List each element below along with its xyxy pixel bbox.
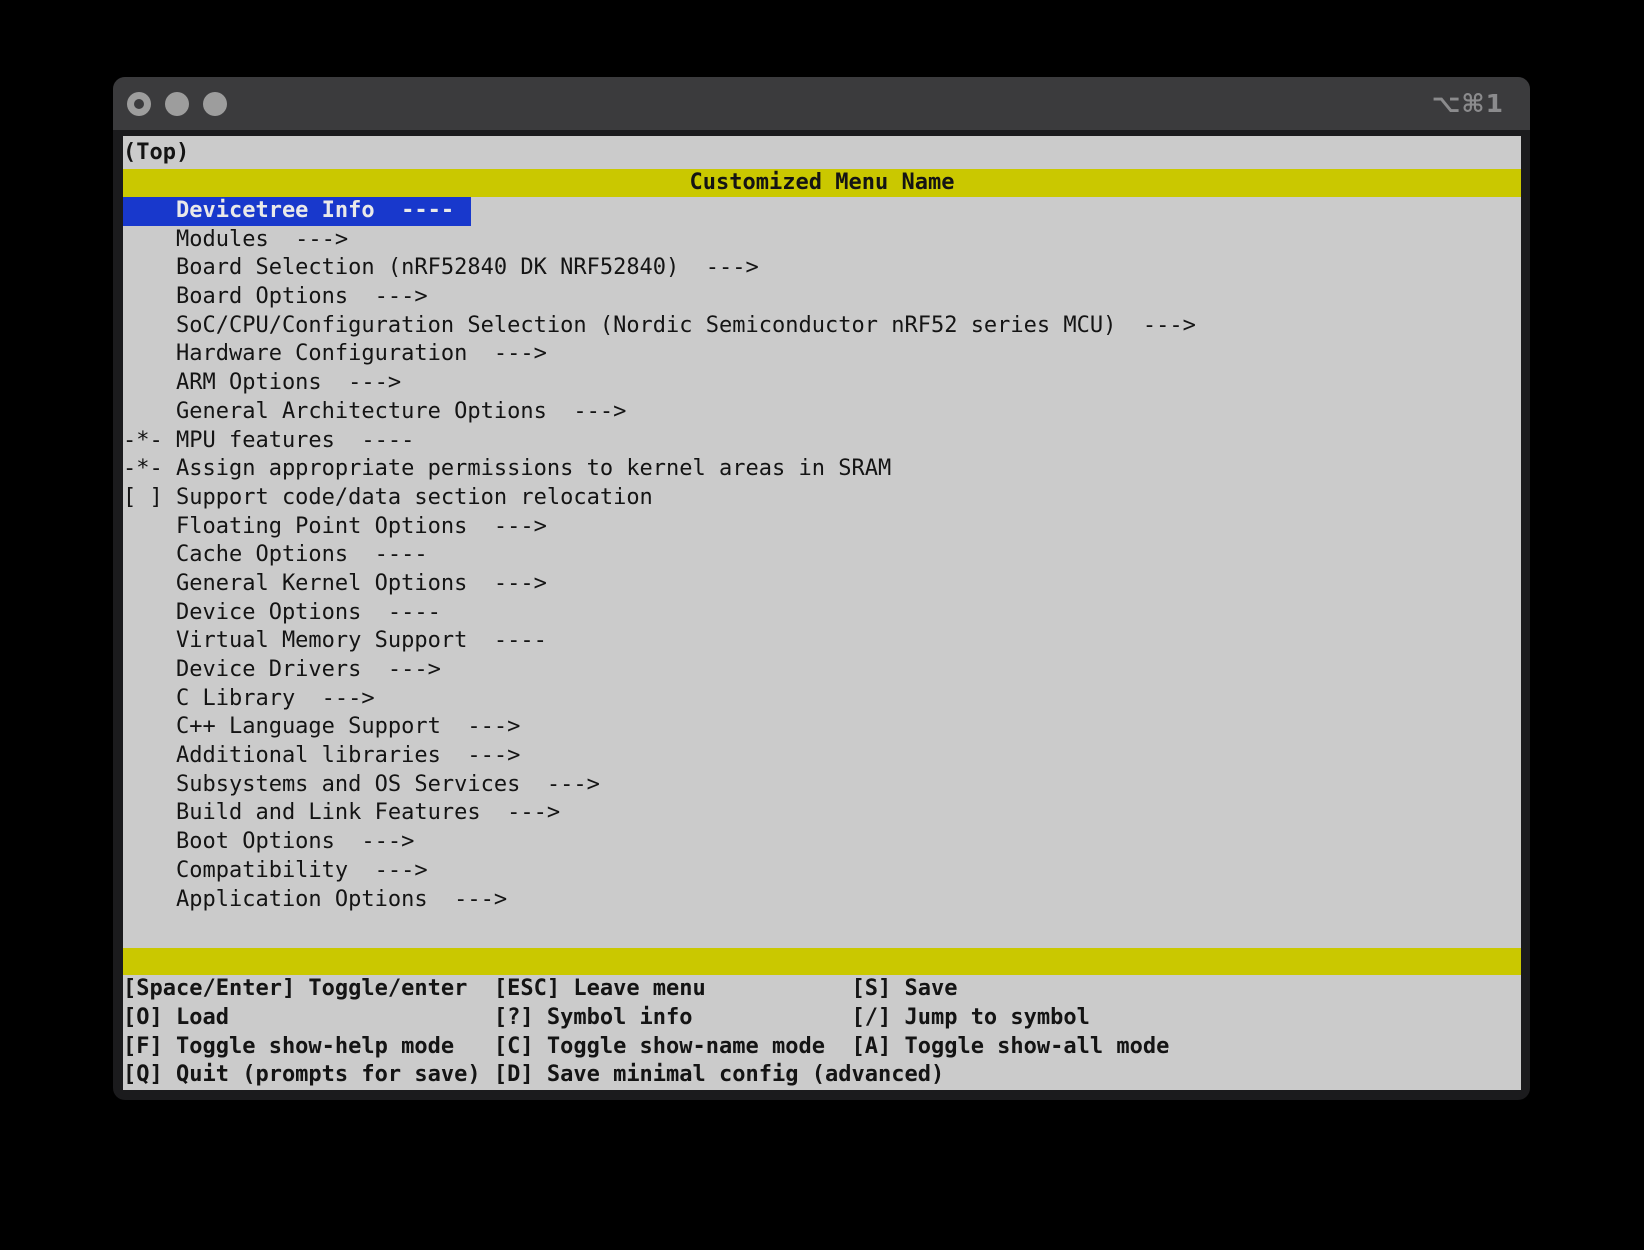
menu-item[interactable]: [ ] Support code/data section relocation	[123, 484, 1521, 513]
menu-item[interactable]: Board Selection (nRF52840 DK NRF52840) -…	[123, 254, 1521, 283]
menu-item[interactable]: General Kernel Options --->	[123, 570, 1521, 599]
menu-item[interactable]: Device Options ----	[123, 599, 1521, 628]
separator-bar	[123, 948, 1521, 975]
minimize-button-icon[interactable]	[165, 92, 189, 116]
menu-item[interactable]: Cache Options ----	[123, 541, 1521, 570]
menu-item[interactable]: General Architecture Options --->	[123, 398, 1521, 427]
footer-shortcut-row: [O] Load [?] Symbol info [/] Jump to sym…	[123, 1004, 1521, 1033]
shortcut-help-footer: [Space/Enter] Toggle/enter [ESC] Leave m…	[123, 975, 1521, 1090]
zoom-button-icon[interactable]	[203, 92, 227, 116]
window-shortcut-badge: ⌥⌘1	[1432, 89, 1504, 118]
footer-shortcut-row: [Space/Enter] Toggle/enter [ESC] Leave m…	[123, 975, 1521, 1004]
menu-item[interactable]: Boot Options --->	[123, 828, 1521, 857]
menu-item[interactable]: Virtual Memory Support ----	[123, 627, 1521, 656]
terminal-window: ⌥⌘1 (Top) Customized Menu Name Devicetre…	[113, 77, 1530, 1100]
menu-item[interactable]: Device Drivers --->	[123, 656, 1521, 685]
menu-item[interactable]: Hardware Configuration --->	[123, 340, 1521, 369]
close-button-icon[interactable]	[127, 92, 151, 116]
menu-item[interactable]: Subsystems and OS Services --->	[123, 771, 1521, 800]
menu-item[interactable]: Application Options --->	[123, 886, 1521, 915]
menu-item[interactable]: -*- Assign appropriate permissions to ke…	[123, 455, 1521, 484]
window-titlebar[interactable]: ⌥⌘1	[113, 77, 1530, 130]
footer-shortcut-row: [Q] Quit (prompts for save) [D] Save min…	[123, 1061, 1521, 1090]
menu-item[interactable]: C Library --->	[123, 685, 1521, 714]
footer-shortcut-row: [F] Toggle show-help mode [C] Toggle sho…	[123, 1033, 1521, 1062]
menu-title-bar: Customized Menu Name	[123, 169, 1521, 197]
traffic-lights	[127, 92, 227, 116]
terminal-screen[interactable]: (Top) Customized Menu Name Devicetree In…	[123, 136, 1521, 1090]
menu-item[interactable]: Floating Point Options --->	[123, 513, 1521, 542]
menu-item[interactable]: SoC/CPU/Configuration Selection (Nordic …	[123, 312, 1521, 341]
menu-item[interactable]: -*- MPU features ----	[123, 427, 1521, 456]
menu-item[interactable]: Modules --->	[123, 226, 1521, 255]
menu-list: Devicetree Info ---- Modules ---> Board …	[123, 197, 1521, 914]
menu-item[interactable]: Additional libraries --->	[123, 742, 1521, 771]
menu-item[interactable]: C++ Language Support --->	[123, 713, 1521, 742]
menu-item[interactable]: ARM Options --->	[123, 369, 1521, 398]
menu-item[interactable]: Devicetree Info ----	[123, 197, 1521, 226]
selected-menu-item[interactable]: Devicetree Info ----	[123, 197, 471, 226]
menu-item[interactable]: Compatibility --->	[123, 857, 1521, 886]
breadcrumb: (Top)	[123, 136, 1521, 169]
menu-item[interactable]: Board Options --->	[123, 283, 1521, 312]
menu-empty-area	[123, 914, 1521, 948]
desktop: { "colors": { "accent_blue": "#1838cc", …	[0, 0, 1644, 1250]
menu-item[interactable]: Build and Link Features --->	[123, 799, 1521, 828]
